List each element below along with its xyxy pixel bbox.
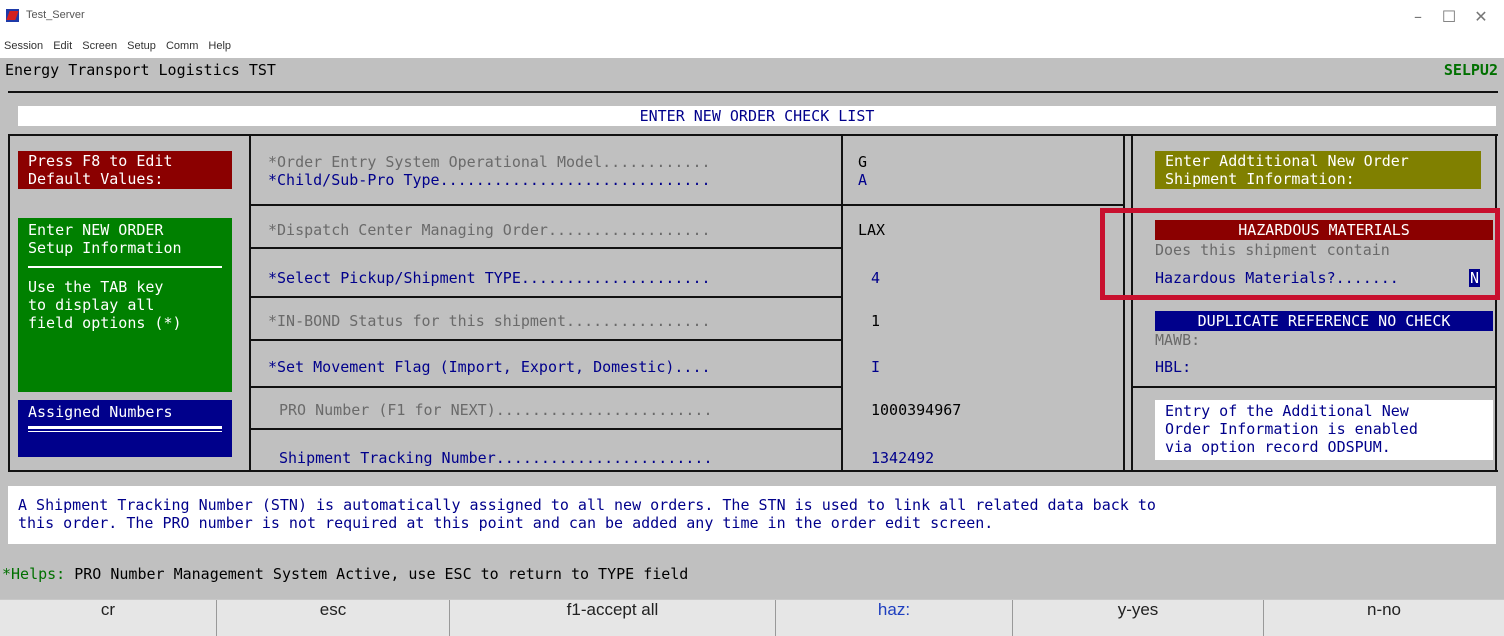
additional-line-2: Shipment Information: xyxy=(1165,170,1355,188)
helps-line: *Helps: PRO Number Management System Act… xyxy=(2,565,688,583)
divider xyxy=(841,134,843,472)
divider xyxy=(1131,134,1133,472)
additional-line-1: Enter Addtitional New Order xyxy=(1165,152,1409,170)
hbl-label: HBL: xyxy=(1155,358,1192,376)
divider xyxy=(28,426,222,429)
screen-id: SELPU2 xyxy=(1443,61,1498,79)
divider xyxy=(1495,134,1497,472)
helps-text: PRO Number Management System Active, use… xyxy=(74,565,689,583)
divider xyxy=(249,386,843,388)
f8-line-1: Press F8 to Edit xyxy=(28,152,173,170)
field-label-pickup-type: *Select Pickup/Shipment TYPE............… xyxy=(268,269,711,287)
field-value-child-sub-pro-type[interactable]: A xyxy=(858,171,867,189)
field-label-in-bond-status: *IN-BOND Status for this shipment.......… xyxy=(268,312,711,330)
checklist-title: ENTER NEW ORDER CHECK LIST xyxy=(639,107,875,125)
additional-info-panel: Enter Addtitional New Order Shipment Inf… xyxy=(1155,151,1481,189)
field-value-operational-model[interactable]: G xyxy=(858,153,867,171)
divider xyxy=(249,339,843,341)
f8-edit-defaults-panel: Press F8 to Edit Default Values: xyxy=(18,151,232,189)
field-value-tracking-number[interactable]: 1342492 xyxy=(871,449,934,467)
tab-help-line-2: to display all xyxy=(28,296,155,314)
hazmat-highlight-box xyxy=(1100,208,1500,300)
divider xyxy=(28,431,222,432)
fkey-y-yes[interactable]: y-yes xyxy=(1013,600,1264,636)
field-label-pro-number: PRO Number (F1 for NEXT)................… xyxy=(279,401,713,419)
assigned-numbers-label: Assigned Numbers xyxy=(28,403,173,421)
assigned-numbers-panel: Assigned Numbers xyxy=(18,400,232,457)
notice-line-2: this order. The PRO number is not requir… xyxy=(18,514,994,532)
fkey-n-no[interactable]: n-no xyxy=(1264,600,1504,636)
info-line-1: Entry of the Additional New xyxy=(1165,402,1409,420)
f8-line-2: Default Values: xyxy=(28,170,164,188)
divider xyxy=(249,428,843,430)
mawb-label: MAWB: xyxy=(1155,331,1201,349)
field-label-child-sub-pro-type: *Child/Sub-Pro Type.....................… xyxy=(268,171,711,189)
stn-notice: A Shipment Tracking Number (STN) is auto… xyxy=(8,486,1496,544)
menu-comm[interactable]: Comm xyxy=(166,40,198,52)
divider xyxy=(8,470,1498,472)
setup-line-2: Setup Information xyxy=(28,239,182,257)
field-label-tracking-number: Shipment Tracking Number................… xyxy=(279,449,713,467)
checklist-title-bar: ENTER NEW ORDER CHECK LIST xyxy=(18,106,1496,126)
field-label-dispatch-center: *Dispatch Center Managing Order.........… xyxy=(268,221,711,239)
menu-edit[interactable]: Edit xyxy=(53,40,72,52)
fkey-f1-accept-all[interactable]: f1-accept all xyxy=(450,600,776,636)
field-label-operational-model: *Order Entry System Operational Model...… xyxy=(268,153,711,171)
menu-help[interactable]: Help xyxy=(208,40,231,52)
divider xyxy=(8,91,1498,93)
additional-info-note: Entry of the Additional New Order Inform… xyxy=(1155,400,1493,460)
close-button[interactable]: ✕ xyxy=(1466,6,1496,28)
app-logo-icon xyxy=(6,9,19,22)
divider xyxy=(249,247,843,249)
setup-line-1: Enter NEW ORDER xyxy=(28,221,164,239)
app-name: Energy Transport Logistics TST xyxy=(5,61,276,79)
field-value-pro-number[interactable]: 1000394967 xyxy=(871,401,961,419)
maximize-button[interactable]: ☐ xyxy=(1434,6,1464,28)
minimize-button[interactable]: – xyxy=(1403,6,1433,28)
divider xyxy=(249,134,251,472)
terminal-screen: Energy Transport Logistics TST SELPU2 EN… xyxy=(0,58,1504,599)
menu-setup[interactable]: Setup xyxy=(127,40,156,52)
function-key-bar: cr esc f1-accept all haz: y-yes n-no xyxy=(0,599,1504,636)
info-line-2: Order Information is enabled xyxy=(1165,420,1418,438)
divider xyxy=(28,266,222,268)
window-title: Test_Server xyxy=(26,9,85,21)
fkey-cr[interactable]: cr xyxy=(0,600,217,636)
new-order-setup-panel: Enter NEW ORDER Setup Information Use th… xyxy=(18,218,232,392)
menu-screen[interactable]: Screen xyxy=(82,40,117,52)
field-label-movement-flag: *Set Movement Flag (Import, Export, Dome… xyxy=(268,358,711,376)
divider xyxy=(1123,134,1125,472)
tab-help-line-3: field options (*) xyxy=(28,314,182,332)
menu-bar: Session Edit Screen Setup Comm Help xyxy=(4,40,238,52)
field-value-pickup-type[interactable]: 4 xyxy=(871,269,880,287)
field-value-in-bond-status[interactable]: 1 xyxy=(871,312,880,330)
divider xyxy=(1131,386,1497,388)
window-titlebar: Test_Server – ☐ ✕ xyxy=(0,0,1504,38)
duplicate-ref-title: DUPLICATE REFERENCE NO CHECK xyxy=(1155,311,1493,331)
field-value-movement-flag[interactable]: I xyxy=(871,358,880,376)
divider xyxy=(8,134,10,472)
divider xyxy=(249,296,843,298)
helps-prefix: *Helps: xyxy=(2,565,66,583)
info-line-3: via option record ODSPUM. xyxy=(1165,438,1391,456)
divider xyxy=(8,134,1498,136)
field-value-dispatch-center[interactable]: LAX xyxy=(858,221,885,239)
menu-session[interactable]: Session xyxy=(4,40,43,52)
notice-line-1: A Shipment Tracking Number (STN) is auto… xyxy=(18,496,1156,514)
divider xyxy=(249,204,1125,206)
tab-help-line-1: Use the TAB key xyxy=(28,278,164,296)
fkey-esc[interactable]: esc xyxy=(217,600,450,636)
fkey-haz[interactable]: haz: xyxy=(776,600,1013,636)
